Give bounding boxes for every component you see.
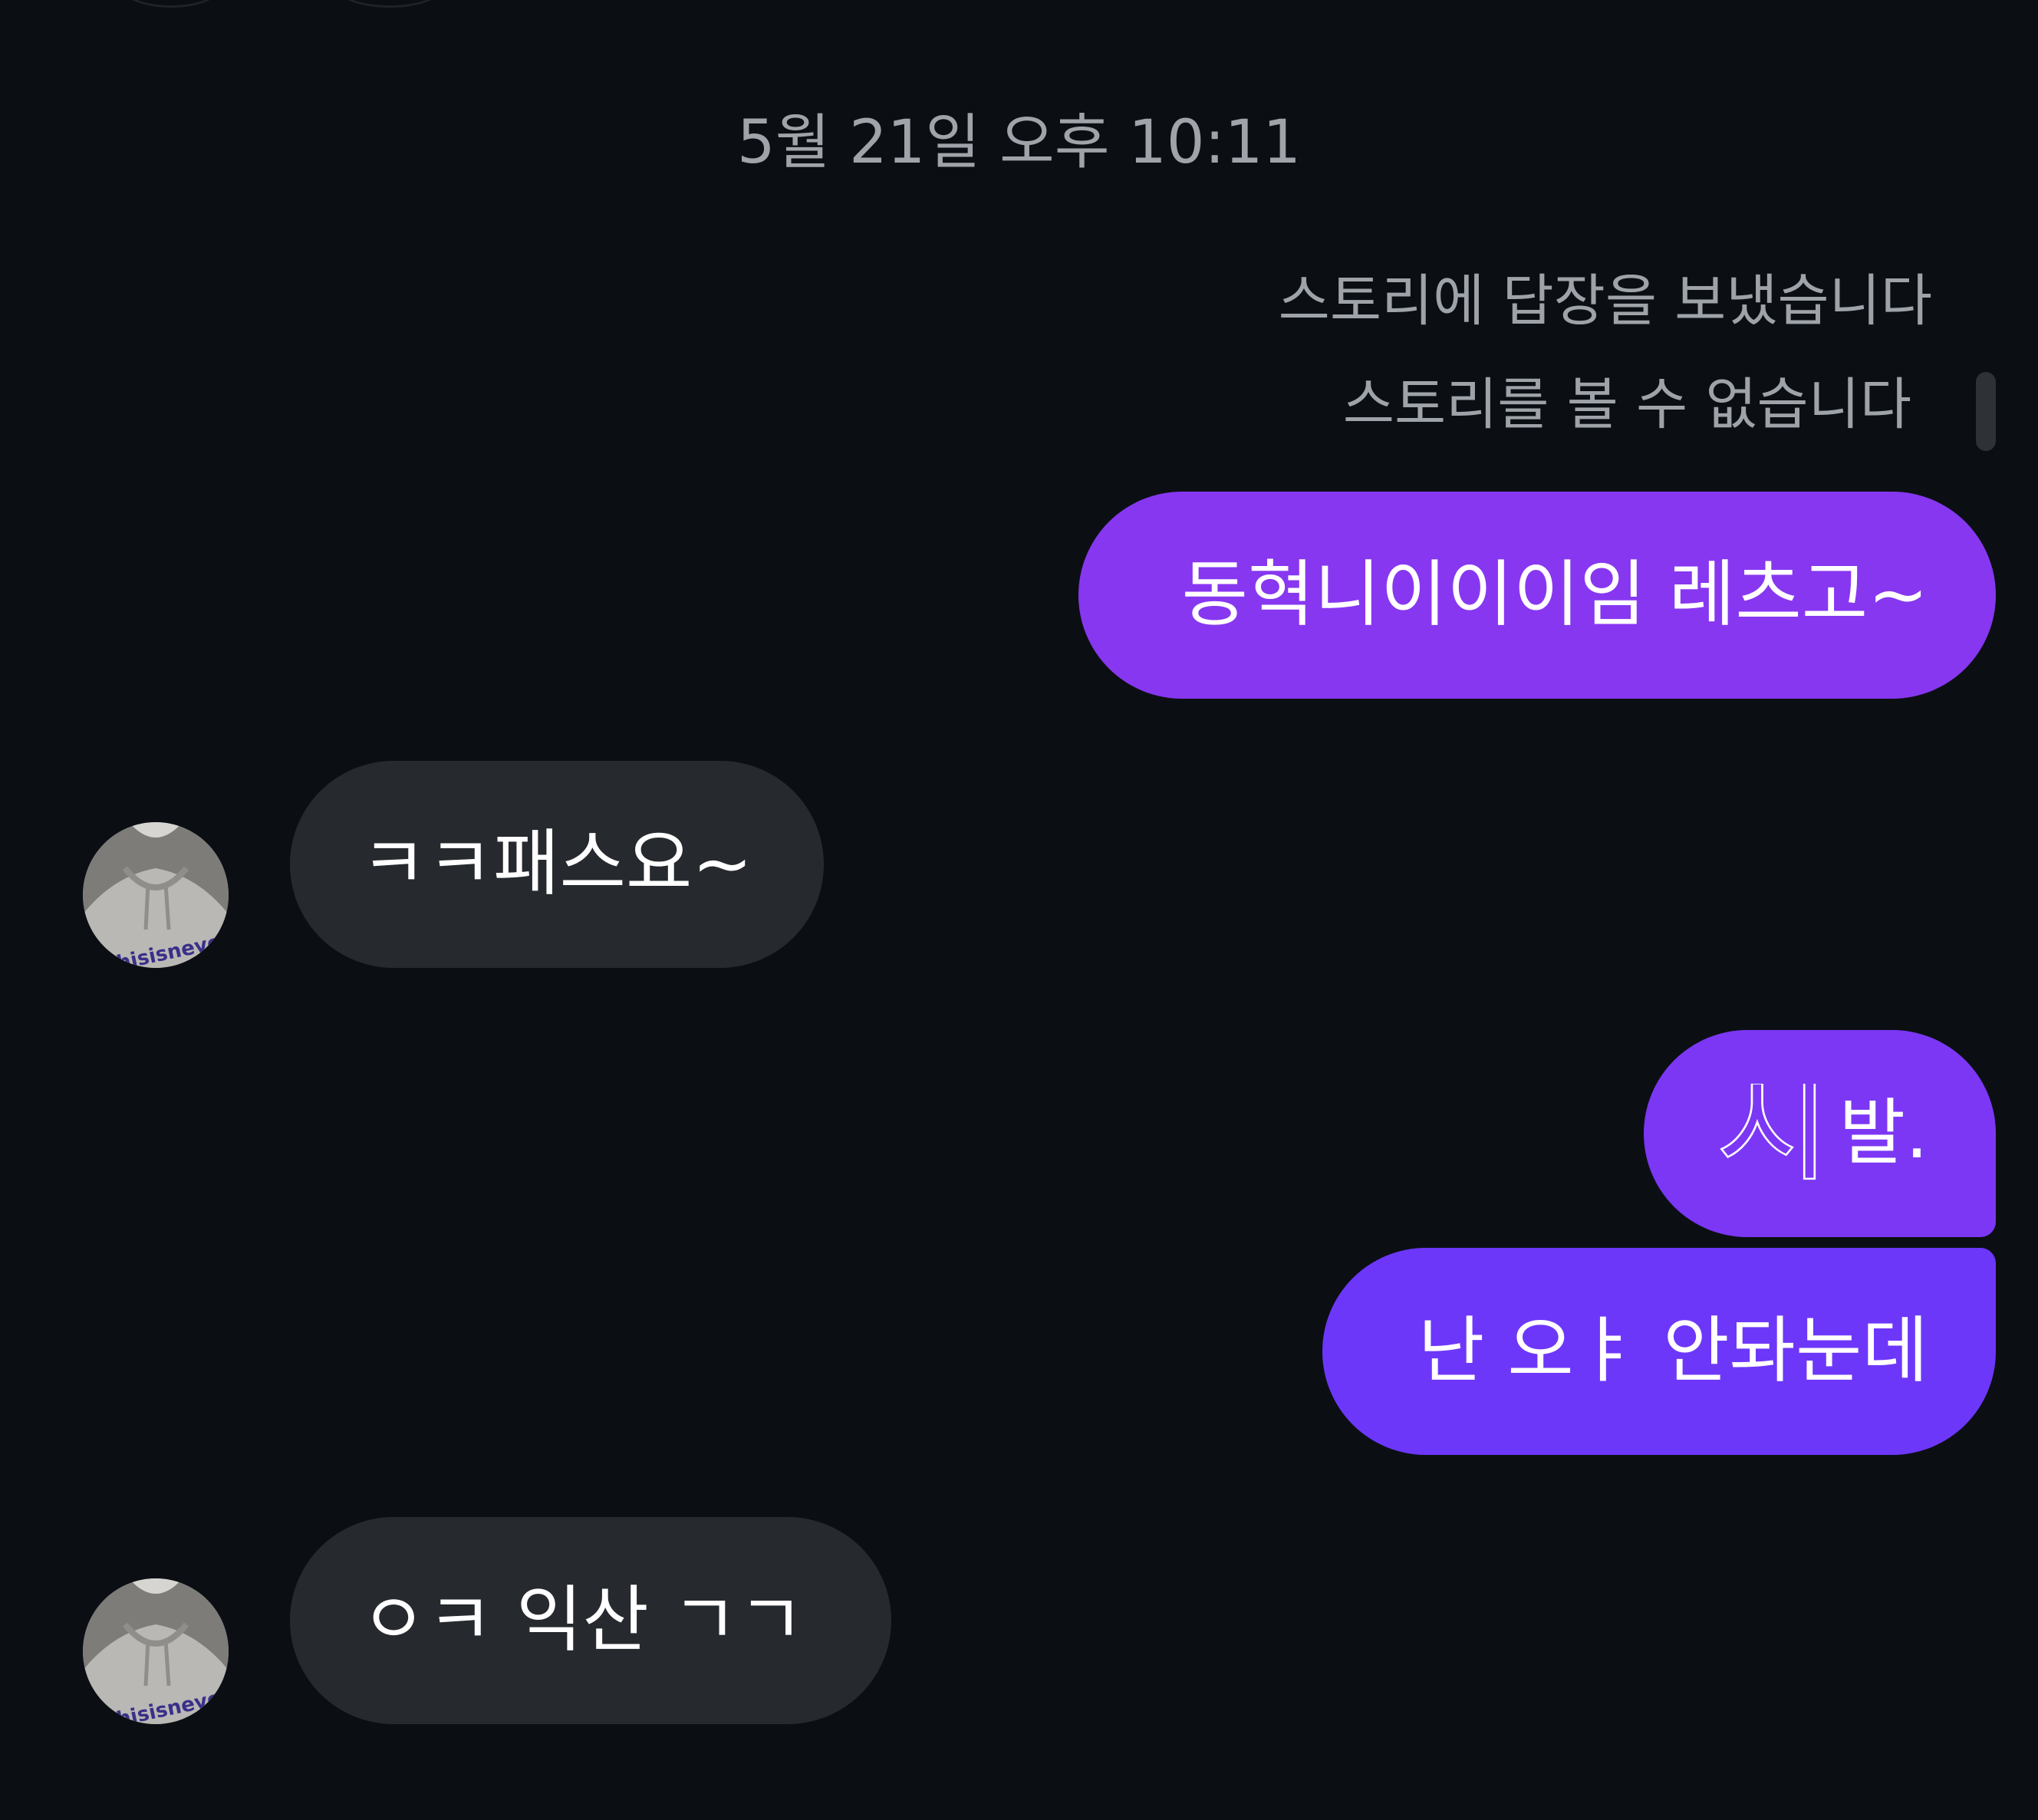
message-text: 발.: [1839, 1091, 1928, 1175]
avatar-image: thisisneverthat: [83, 1578, 229, 1724]
contact-avatar[interactable]: thisisneverthat: [83, 822, 229, 968]
story-reference-bar[interactable]: [1976, 372, 1996, 451]
story-reply-note: 스토리에 답장을 보냈습니다: [1278, 268, 1932, 334]
sent-message-bubble[interactable]: 시 발.: [1644, 1030, 1996, 1237]
previous-message-edge: [337, 0, 442, 8]
story-unavailable-note: 스토리를 볼 수 없습니다: [1342, 372, 1911, 437]
previous-message-edge: [123, 0, 219, 8]
sent-message-bubble[interactable]: 동혁니이이이임 레츠고~: [1078, 492, 1996, 699]
contact-avatar[interactable]: thisisneverthat: [83, 1578, 229, 1724]
avatar-image: thisisneverthat: [83, 822, 229, 968]
message-timestamp: 5월 21일 오후 10:11: [736, 108, 1302, 177]
received-message-bubble[interactable]: ㅇㅋ 익산 ㄱㄱ: [290, 1517, 891, 1724]
message-text: 난 오ㅑ 안돠눈데: [1417, 1309, 1928, 1393]
stylized-glyph-drawing: 시: [1714, 1084, 1832, 1183]
message-text: ㅇㅋ 익산 ㄱㄱ: [361, 1578, 805, 1662]
received-message-bubble[interactable]: ㅋㅋ패스요~: [290, 761, 824, 968]
message-text: ㅋㅋ패스요~: [361, 822, 753, 906]
sent-message-bubble[interactable]: 난 오ㅑ 안돠눈데: [1322, 1248, 1996, 1455]
message-text: 동혁니이이이임 레츠고~: [1181, 553, 1928, 637]
svg-text:시: 시: [1716, 1084, 1831, 1183]
